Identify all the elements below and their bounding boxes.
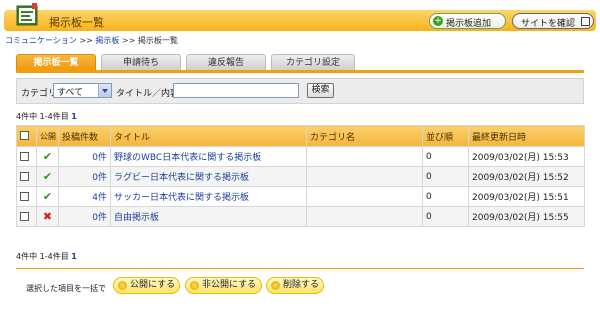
board-title-link[interactable]: サッカー日本代表に関する掲示板 <box>114 193 249 203</box>
row-checkbox[interactable] <box>20 191 29 201</box>
page-header: 掲示板一覧 + 掲示板追加 サイトを確認 <box>0 0 600 35</box>
search-input[interactable] <box>173 83 299 98</box>
updated-cell: 2009/03/02(月) 15:53 <box>468 146 585 167</box>
post-count-link[interactable]: 0件 <box>92 173 107 183</box>
page-title: 掲示板一覧 <box>49 16 104 29</box>
posts-header: 投稿件数 <box>58 125 111 147</box>
table-row: ✔ 4件 サッカー日本代表に関する掲示板 0 2009/03/02(月) 15:… <box>16 186 585 207</box>
published-header: 公開 <box>36 125 59 147</box>
breadcrumb: コミュニケーション >> 掲示板 >> 掲示板一覧 <box>5 35 178 46</box>
view-site-label: サイトを確認 <box>521 19 576 29</box>
divider <box>16 268 584 269</box>
breadcrumb-board[interactable]: 掲示板 <box>95 36 119 45</box>
unpublish-button[interactable]: 非公開にする <box>185 277 262 294</box>
tab-pending[interactable]: 申請待ち <box>101 54 181 70</box>
result-count-top: 4件中 1-4件目 1 <box>16 111 77 122</box>
external-link-icon <box>581 17 590 26</box>
page-number[interactable]: 1 <box>71 252 77 261</box>
category-header: カテゴリ名 <box>306 125 423 147</box>
board-title-link[interactable]: 自由掲示板 <box>114 213 159 223</box>
bulk-action-label: 選択した項目を一括で <box>26 284 106 293</box>
publish-label: 公開にする <box>130 280 176 290</box>
order-cell: 0 <box>422 146 469 167</box>
tab-board-list[interactable]: 掲示板一覧 <box>16 54 96 70</box>
filter-bar: カテゴリ すべて タイトル／内容 検索 <box>16 78 584 104</box>
unpublish-label: 非公開にする <box>202 280 257 290</box>
plus-icon: + <box>433 16 443 26</box>
category-cell <box>306 206 423 227</box>
row-checkbox[interactable] <box>20 211 29 221</box>
chevron-down-icon[interactable] <box>98 84 111 97</box>
breadcrumb-current: 掲示板一覧 <box>137 36 178 45</box>
select-all-header <box>16 125 37 147</box>
updated-cell: 2009/03/02(月) 15:51 <box>468 186 585 207</box>
tab-violation-reports[interactable]: 違反報告 <box>186 54 266 70</box>
order-cell: 0 <box>422 166 469 187</box>
row-checkbox[interactable] <box>20 151 29 161</box>
page-number[interactable]: 1 <box>71 112 77 121</box>
select-all-checkbox[interactable] <box>20 131 29 140</box>
category-cell <box>306 166 423 187</box>
bullet-icon <box>271 281 280 290</box>
published-check-icon: ✔ <box>42 190 53 203</box>
post-count-link[interactable]: 4件 <box>92 193 107 203</box>
add-board-button[interactable]: + 掲示板追加 <box>429 13 506 29</box>
category-select-value: すべて <box>57 88 84 98</box>
order-cell: 0 <box>422 206 469 227</box>
post-count-link[interactable]: 0件 <box>92 213 107 223</box>
order-cell: 0 <box>422 186 469 207</box>
bullet-icon <box>118 281 127 290</box>
table-row: ✔ 0件 野球のWBC日本代表に関する掲示板 0 2009/03/02(月) 1… <box>16 146 585 167</box>
search-button[interactable]: 検索 <box>307 83 334 98</box>
updated-header: 最終更新日時 <box>468 125 585 147</box>
unpublished-x-icon: ✖ <box>42 210 53 223</box>
category-select[interactable]: すべて <box>53 83 112 98</box>
result-count-text: 4件中 1-4件目 <box>16 252 69 261</box>
breadcrumb-separator: >> <box>121 36 136 45</box>
title-content-label: タイトル／内容 <box>116 89 180 99</box>
tab-bar: 掲示板一覧 申請待ち 違反報告 カテゴリ設定 <box>16 51 584 73</box>
bullet-icon <box>190 281 199 290</box>
tab-category-settings[interactable]: カテゴリ設定 <box>271 54 355 70</box>
category-cell <box>306 146 423 167</box>
category-cell <box>306 186 423 207</box>
add-board-label: 掲示板追加 <box>446 19 492 29</box>
published-check-icon: ✔ <box>42 170 53 183</box>
updated-cell: 2009/03/02(月) 15:55 <box>468 206 585 227</box>
delete-button[interactable]: 削除する <box>266 277 324 294</box>
breadcrumb-separator: >> <box>79 36 93 45</box>
result-count-text: 4件中 1-4件目 <box>16 112 69 121</box>
updated-cell: 2009/03/02(月) 15:52 <box>468 166 585 187</box>
row-checkbox[interactable] <box>20 171 29 181</box>
published-check-icon: ✔ <box>42 150 53 163</box>
bulletin-board-icon <box>16 3 38 26</box>
post-count-link[interactable]: 0件 <box>92 153 107 163</box>
board-title-link[interactable]: ラグビー日本代表に関する掲示板 <box>114 173 249 183</box>
order-header: 並び順 <box>422 125 469 147</box>
table-row: ✖ 0件 自由掲示板 0 2009/03/02(月) 15:55 <box>16 206 585 227</box>
board-title-link[interactable]: 野球のWBC日本代表に関する掲示板 <box>114 153 261 163</box>
result-count-bottom: 4件中 1-4件目 1 <box>16 251 77 262</box>
table-row: ✔ 0件 ラグビー日本代表に関する掲示板 0 2009/03/02(月) 15:… <box>16 166 585 187</box>
delete-label: 削除する <box>283 280 320 290</box>
board-table: 公開 投稿件数 タイトル カテゴリ名 並び順 最終更新日時 ✔ 0件 野球のWB… <box>16 125 585 227</box>
title-header: タイトル <box>110 125 307 147</box>
breadcrumb-communication[interactable]: コミュニケーション <box>5 36 77 45</box>
category-label: カテゴリ <box>21 89 58 99</box>
publish-button[interactable]: 公開にする <box>113 277 180 294</box>
table-header-row: 公開 投稿件数 タイトル カテゴリ名 並び順 最終更新日時 <box>16 125 585 147</box>
view-site-button[interactable]: サイトを確認 <box>512 13 594 29</box>
